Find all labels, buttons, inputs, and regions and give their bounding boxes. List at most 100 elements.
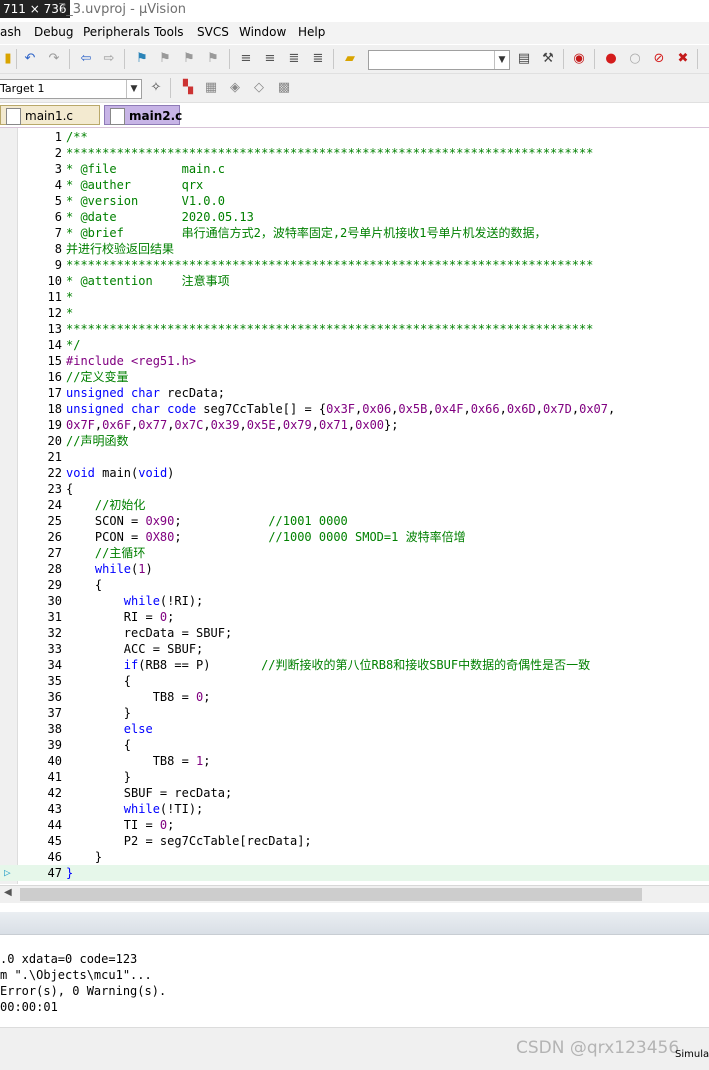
kill-breakpoints-icon[interactable]: ✖ [675, 51, 691, 67]
prev-bookmark-icon[interactable]: ⚑ [157, 51, 173, 67]
manage-components-icon[interactable]: ▦ [203, 80, 219, 96]
code-line[interactable]: 39 { [0, 737, 709, 753]
comment-icon[interactable]: ≣ [286, 51, 302, 67]
code-line[interactable]: 4 * @auther qrx [0, 177, 709, 193]
code-line[interactable]: 37 } [0, 705, 709, 721]
select-packs-icon[interactable]: ◈ [227, 80, 243, 96]
code-line[interactable]: 29 { [0, 577, 709, 593]
chevron-down-icon[interactable]: ▼ [126, 80, 141, 98]
code-text: ****************************************… [66, 146, 594, 160]
scroll-left-icon[interactable]: ◀ [4, 887, 12, 898]
menu-svcs[interactable]: SVCS [197, 25, 229, 39]
code-line[interactable]: 21 [0, 449, 709, 465]
code-line[interactable]: 22 void main(void) [0, 465, 709, 481]
next-bookmark-icon[interactable]: ⚑ [181, 51, 197, 67]
incremental-find-icon[interactable]: ▤ [516, 51, 532, 67]
code-line[interactable]: 13 **************************************… [0, 321, 709, 337]
code-line[interactable]: 27 //主循环 [0, 545, 709, 561]
code-line[interactable]: 45 P2 = seg7CcTable[recData]; [0, 833, 709, 849]
build-output: .0 xdata=0 code=123 m ".\Objects\mcu1"..… [0, 935, 709, 1027]
code-line[interactable]: 41 } [0, 769, 709, 785]
indent-icon[interactable]: ≡ [238, 51, 254, 67]
code-line[interactable]: 24 //初始化 [0, 497, 709, 513]
nav-back-icon[interactable]: ⇦ [78, 51, 94, 67]
code-line[interactable]: 43 while(!TI); [0, 801, 709, 817]
uncomment-icon[interactable]: ≣ [310, 51, 326, 67]
editor-horizontal-scrollbar[interactable]: ◀ [0, 885, 709, 903]
code-line[interactable]: 23 { [0, 481, 709, 497]
code-line[interactable]: 44 TI = 0; [0, 817, 709, 833]
code-line[interactable]: 28 while(1) [0, 561, 709, 577]
menu-tools[interactable]: Tools [154, 25, 184, 39]
scrollbar-thumb[interactable] [20, 888, 642, 901]
target-options-icon[interactable]: ✧ [148, 80, 164, 96]
code-line[interactable]: 5 * @version V1.0.0 [0, 193, 709, 209]
code-line[interactable]: 25 SCON = 0x90; //1001 0000 [0, 513, 709, 529]
code-line[interactable]: 14 */ [0, 337, 709, 353]
code-line[interactable]: 40 TB8 = 1; [0, 753, 709, 769]
menu-help[interactable]: Help [298, 25, 325, 39]
code-line[interactable]: 7 * @brief 串行通信方式2，波特率固定,2号单片机接收1号单片机发送的数… [0, 225, 709, 241]
disable-breakpoint-icon[interactable]: ○ [627, 51, 643, 67]
code-line[interactable]: 32 recData = SBUF; [0, 625, 709, 641]
code-text: //声明函数 [66, 434, 129, 448]
code-line[interactable]: 30 while(!RI); [0, 593, 709, 609]
code-line[interactable]: 46 } [0, 849, 709, 865]
menu-flash[interactable]: ash [0, 25, 21, 39]
run-time-env-icon[interactable]: ▩ [276, 80, 292, 96]
find-combo[interactable]: ▼ [368, 50, 510, 70]
find-tool-icon[interactable]: ⚒ [540, 51, 556, 67]
code-line[interactable]: 42 SBUF = recData; [0, 785, 709, 801]
code-line[interactable]: 2 ***************************************… [0, 145, 709, 161]
menu-peripherals[interactable]: Peripherals [83, 25, 150, 39]
code-text: TI = 0; [66, 818, 175, 832]
code-line[interactable]: 26 PCON = 0X80; //1000 0000 SMOD=1 波特率倍增 [0, 529, 709, 545]
line-number: 22 [47, 466, 62, 480]
code-line[interactable]: 6 * @date 2020.05.13 [0, 209, 709, 225]
code-line[interactable]: 38 else [0, 721, 709, 737]
breakpoint-icon[interactable]: ● [603, 51, 619, 67]
line-number: 1 [54, 130, 62, 144]
line-number: 9 [54, 258, 62, 272]
debug-session-icon[interactable]: ◉ [571, 51, 587, 67]
tab-main1[interactable]: main1.c [0, 105, 100, 125]
code-line[interactable]: ▷ 47} [0, 865, 709, 881]
disable-all-breakpoints-icon[interactable]: ⊘ [651, 51, 667, 67]
code-line[interactable]: 9 ***************************************… [0, 257, 709, 273]
target-select[interactable]: Target 1 ▼ [0, 79, 142, 99]
nav-forward-icon[interactable]: ⇨ [101, 51, 117, 67]
code-line[interactable]: 33 ACC = SBUF; [0, 641, 709, 657]
find-in-files-icon[interactable]: ▰ [342, 51, 358, 67]
tab-main2[interactable]: main2.c [104, 105, 182, 125]
code-line[interactable]: 16 //定义变量 [0, 369, 709, 385]
redo-icon[interactable]: ↷ [46, 51, 62, 67]
code-line[interactable]: 1 /** [0, 129, 709, 145]
code-line[interactable]: 11 * [0, 289, 709, 305]
menu-window[interactable]: Window [239, 25, 286, 39]
menu-debug[interactable]: Debug [34, 25, 73, 39]
code-line[interactable]: 12 * [0, 305, 709, 321]
chevron-down-icon[interactable]: ▼ [494, 51, 509, 69]
save-icon[interactable]: ▮ [0, 51, 16, 67]
code-line[interactable]: 36 TB8 = 0; [0, 689, 709, 705]
panel-splitter[interactable] [0, 903, 709, 911]
code-line[interactable]: 15 #include <reg51.h> [0, 353, 709, 369]
code-line[interactable]: 10 * @attention 注意事项 [0, 273, 709, 289]
clear-bookmarks-icon[interactable]: ⚑ [205, 51, 221, 67]
code-line[interactable]: 31 RI = 0; [0, 609, 709, 625]
file-extensions-icon[interactable]: ▚ [180, 80, 196, 96]
build-toolbar: Target 1 ▼ ✧ ▚ ▦ ◈ ◇ ▩ [0, 74, 709, 103]
code-line[interactable]: 17 unsigned char recData; [0, 385, 709, 401]
code-line[interactable]: 20 //声明函数 [0, 433, 709, 449]
pack-installer-icon[interactable]: ◇ [251, 80, 267, 96]
code-editor[interactable]: 1/** 2 ***********************************… [0, 128, 709, 884]
undo-icon[interactable]: ↶ [22, 51, 38, 67]
unindent-icon[interactable]: ≡ [262, 51, 278, 67]
code-line[interactable]: 19 0x7F,0x6F,0x77,0x7C,0x39,0x5E,0x79,0x7… [0, 417, 709, 433]
code-line[interactable]: 34 if(RB8 == P) //判断接收的第八位RB8和接收SBUF中数据的… [0, 657, 709, 673]
code-line[interactable]: 35 { [0, 673, 709, 689]
code-line[interactable]: 18 unsigned char code seg7CcTable[] = {0x… [0, 401, 709, 417]
code-line[interactable]: 3 * @file main.c [0, 161, 709, 177]
code-line[interactable]: 8 并进行校验返回结果 [0, 241, 709, 257]
bookmark-icon[interactable]: ⚑ [134, 51, 150, 67]
